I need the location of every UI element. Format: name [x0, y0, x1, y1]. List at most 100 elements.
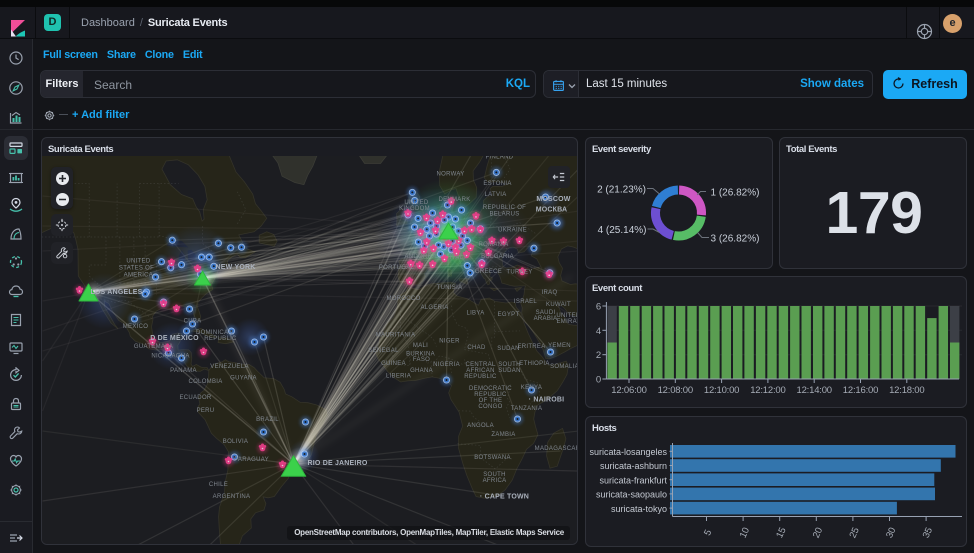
svg-text:NICARAGUA: NICARAGUA — [151, 354, 189, 360]
svg-text:ARGENTINA: ARGENTINA — [213, 494, 251, 500]
svg-text:SUDAN: SUDAN — [498, 368, 521, 374]
svg-text:BOLIVIA: BOLIVIA — [223, 439, 248, 445]
svg-text:suricata-saopaulo: suricata-saopaulo — [596, 490, 667, 500]
svg-text:NIGER: NIGER — [439, 339, 460, 345]
svg-text:KUWAIT: KUWAIT — [546, 302, 571, 308]
svg-text:GHANA: GHANA — [410, 368, 433, 374]
svg-text:REPUBLIC: REPUBLIC — [204, 336, 237, 342]
svg-text:LIBYA: LIBYA — [466, 311, 484, 317]
svg-text:LATVIA: LATVIA — [484, 192, 506, 198]
svg-text:KENYA: KENYA — [521, 385, 542, 391]
svg-text:CONGO: CONGO — [478, 404, 502, 410]
svg-text:MOSCOW: MOSCOW — [536, 196, 570, 203]
svg-text:AFRICA: AFRICA — [483, 478, 507, 484]
svg-text:D DE MÉXICO: D DE MÉXICO — [150, 333, 199, 342]
svg-text:YEMEN: YEMEN — [548, 343, 571, 349]
svg-text:CHAD: CHAD — [467, 345, 486, 351]
svg-text:PARAGUAY: PARAGUAY — [234, 457, 269, 463]
svg-text:TUNISIA: TUNISIA — [437, 285, 463, 291]
svg-text:DENMARK: DENMARK — [438, 197, 470, 203]
svg-text:10: 10 — [738, 526, 752, 540]
svg-text:ZAMBIA: ZAMBIA — [491, 432, 515, 438]
svg-text:NEW YORK: NEW YORK — [216, 264, 256, 271]
svg-text:REPUBLIC OF: REPUBLIC OF — [483, 205, 526, 211]
svg-text:GREECE: GREECE — [475, 269, 502, 275]
svg-text:4: 4 — [596, 326, 601, 337]
svg-text:MADAGASCAR: MADAGASCAR — [535, 446, 578, 452]
svg-text:suricata-tokyo: suricata-tokyo — [611, 504, 667, 514]
svg-text:REPUBLIC: REPUBLIC — [464, 374, 497, 380]
svg-text:SOMALIA: SOMALIA — [550, 364, 578, 370]
svg-text:UNITED: UNITED — [126, 259, 150, 265]
svg-text:ROMANIA: ROMANIA — [478, 242, 508, 248]
svg-text:30: 30 — [884, 526, 898, 540]
svg-text:NORWAY: NORWAY — [436, 172, 464, 178]
svg-text:25: 25 — [848, 526, 862, 540]
svg-text:BOTSWANA: BOTSWANA — [474, 455, 511, 461]
svg-text:4 (25.14%): 4 (25.14%) — [598, 225, 647, 236]
svg-text:12:14:00: 12:14:00 — [797, 385, 832, 396]
svg-text:CUBA: CUBA — [184, 319, 202, 325]
svg-text:COLOMBIA: COLOMBIA — [188, 379, 222, 385]
svg-text:6: 6 — [596, 302, 601, 313]
svg-text:ERITREA: ERITREA — [517, 344, 545, 350]
svg-text:TANZANIA: TANZANIA — [511, 406, 543, 412]
svg-text:0: 0 — [596, 375, 601, 386]
svg-text:AMERICA: AMERICA — [124, 273, 153, 279]
svg-text:MALI: MALI — [413, 343, 428, 349]
svg-text:EMIRAT: EMIRAT — [556, 319, 578, 325]
svg-text:CHILE: CHILE — [209, 482, 228, 488]
svg-text:PANAMA: PANAMA — [170, 368, 197, 374]
svg-text:МОСКВА: МОСКВА — [536, 207, 568, 214]
svg-text:ALGERIA: ALGERIA — [420, 305, 448, 311]
svg-text:2: 2 — [596, 350, 601, 361]
svg-text:ITALY: ITALY — [450, 255, 467, 261]
svg-text:PORTUGAL: PORTUGAL — [379, 265, 415, 271]
svg-text:15: 15 — [774, 526, 788, 540]
svg-text:RIO DE JANEIRO: RIO DE JANEIRO — [308, 460, 368, 467]
svg-text:35: 35 — [921, 526, 935, 540]
svg-text:FINLAND: FINLAND — [486, 156, 514, 161]
svg-text:MOROCCO: MOROCCO — [386, 296, 420, 302]
svg-text:BELARUS: BELARUS — [489, 212, 519, 218]
svg-text:GUINEA: GUINEA — [381, 361, 406, 367]
svg-text:suricata-losangeles: suricata-losangeles — [589, 447, 667, 457]
svg-text:12:06:00: 12:06:00 — [611, 385, 646, 396]
svg-text:BRAZIL: BRAZIL — [256, 417, 279, 423]
svg-text:LIBERIA: LIBERIA — [386, 374, 411, 380]
svg-text:EGYPT: EGYPT — [498, 312, 520, 318]
svg-text:PERU: PERU — [197, 408, 215, 414]
svg-text:suricata-frankfurt: suricata-frankfurt — [599, 475, 667, 485]
svg-text:UKRAINE: UKRAINE — [498, 228, 527, 234]
svg-text:12:12:00: 12:12:00 — [750, 385, 785, 396]
svg-text:SENEGAL: SENEGAL — [368, 348, 399, 354]
svg-text:· NAIROBI: · NAIROBI — [529, 397, 565, 404]
svg-text:MAURITANIA: MAURITANIA — [376, 333, 416, 339]
svg-text:12:10:00: 12:10:00 — [704, 385, 739, 396]
svg-text:3 (26.82%): 3 (26.82%) — [711, 234, 760, 245]
svg-text:ISRAEL: ISRAEL — [514, 299, 538, 305]
svg-text:12:18:00: 12:18:00 — [889, 385, 924, 396]
svg-text:ETHIOPIA: ETHIOPIA — [519, 361, 549, 367]
svg-text:ANGOLA: ANGOLA — [467, 423, 494, 429]
svg-text:1 (26.82%): 1 (26.82%) — [711, 188, 760, 199]
svg-text:STATES OF: STATES OF — [119, 266, 154, 272]
svg-text:suricata-ashburn: suricata-ashburn — [600, 461, 667, 471]
svg-text:KINGDOM: KINGDOM — [399, 206, 430, 212]
svg-text:12:08:00: 12:08:00 — [658, 385, 693, 396]
svg-text:GUATEMALA: GUATEMALA — [134, 344, 173, 350]
svg-text:SUDAN: SUDAN — [497, 346, 520, 352]
svg-text:FASO: FASO — [413, 357, 430, 363]
svg-text:· CAPE TOWN: · CAPE TOWN — [480, 494, 529, 501]
svg-text:12:16:00: 12:16:00 — [843, 385, 878, 396]
svg-text:GUYANA: GUYANA — [230, 376, 257, 382]
svg-text:NIGERIA: NIGERIA — [433, 362, 460, 368]
svg-text:ECUADOR: ECUADOR — [179, 395, 211, 401]
svg-text:ANDORRA: ANDORRA — [404, 254, 436, 260]
svg-text:IRAQ: IRAQ — [542, 290, 558, 296]
svg-text:20: 20 — [811, 526, 825, 540]
svg-text:ESTONIA: ESTONIA — [483, 181, 511, 187]
svg-text:TURKEY: TURKEY — [506, 270, 532, 276]
svg-text:BULGARIA: BULGARIA — [481, 254, 514, 260]
svg-text:MEXICO: MEXICO — [123, 324, 149, 330]
